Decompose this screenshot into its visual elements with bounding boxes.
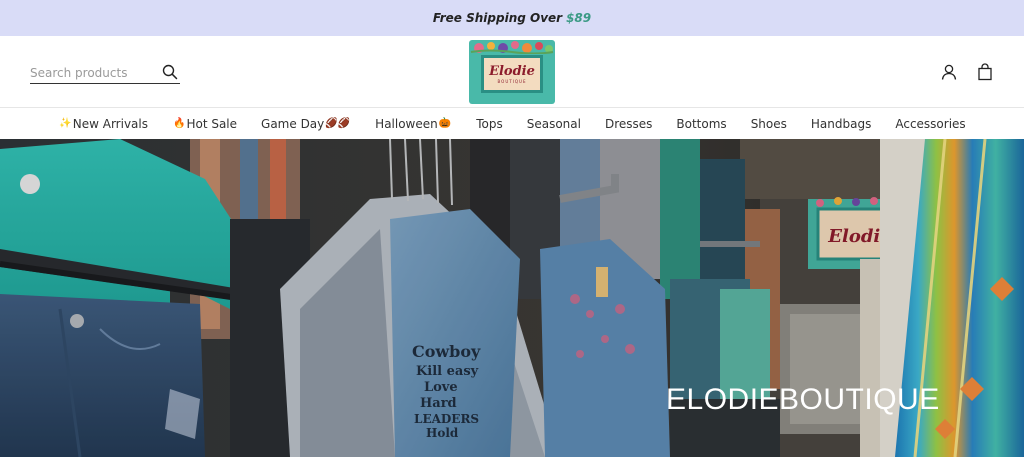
fire-icon: 🔥 <box>173 118 186 129</box>
flower-garland-icon <box>470 41 554 54</box>
announcement-bar: Free Shipping Over $89 <box>0 0 1024 36</box>
nav-item-label: Game Day <box>261 116 325 131</box>
announcement-price: $89 <box>566 11 592 25</box>
nav-item-label: New Arrivals <box>72 116 148 131</box>
nav-item-hot-sale[interactable]: 🔥 Hot Sale <box>172 117 237 131</box>
nav-item-label: Hot Sale <box>186 116 238 131</box>
nav-item-handbags[interactable]: Handbags <box>811 117 871 131</box>
main-nav: ✨ New Arrivals 🔥 Hot Sale Game Day 🏈🏈 Ha… <box>0 108 1024 139</box>
site-header: Elodie BOUTIQUE <box>0 36 1024 108</box>
football-icon: 🏈🏈 <box>325 118 351 129</box>
nav-item-dresses[interactable]: Dresses <box>605 117 652 131</box>
nav-item-bottoms[interactable]: Bottoms <box>676 117 726 131</box>
pumpkin-icon: 🎃 <box>438 118 452 129</box>
shopping-bag-icon[interactable] <box>976 63 994 81</box>
logo-name: Elodie <box>489 64 535 79</box>
nav-item-new-arrivals[interactable]: ✨ New Arrivals <box>58 117 148 131</box>
hero-title: ELODIEBOUTIQUE <box>666 383 940 416</box>
site-logo[interactable]: Elodie BOUTIQUE <box>469 40 555 104</box>
nav-item-accessories[interactable]: Accessories <box>895 117 965 131</box>
nav-item-seasonal[interactable]: Seasonal <box>527 117 581 131</box>
nav-item-game-day[interactable]: Game Day 🏈🏈 <box>261 117 351 131</box>
nav-item-tops[interactable]: Tops <box>476 117 503 131</box>
announcement-text: Free Shipping Over <box>432 11 563 25</box>
search-icon[interactable] <box>162 64 178 80</box>
search-input[interactable] <box>30 65 155 80</box>
sparkle-icon: ✨ <box>59 118 72 129</box>
search-bar <box>30 62 180 84</box>
account-icon[interactable] <box>940 63 958 81</box>
nav-item-shoes[interactable]: Shoes <box>751 117 787 131</box>
hero-banner[interactable]: Elodie Cowboy Kill easy Love Hard LEADER… <box>0 139 1024 457</box>
logo-sign: Elodie BOUTIQUE <box>481 55 543 93</box>
nav-item-label: Halloween <box>375 116 438 131</box>
nav-item-halloween[interactable]: Halloween 🎃 <box>375 117 452 131</box>
logo-subtitle: BOUTIQUE <box>497 79 527 84</box>
